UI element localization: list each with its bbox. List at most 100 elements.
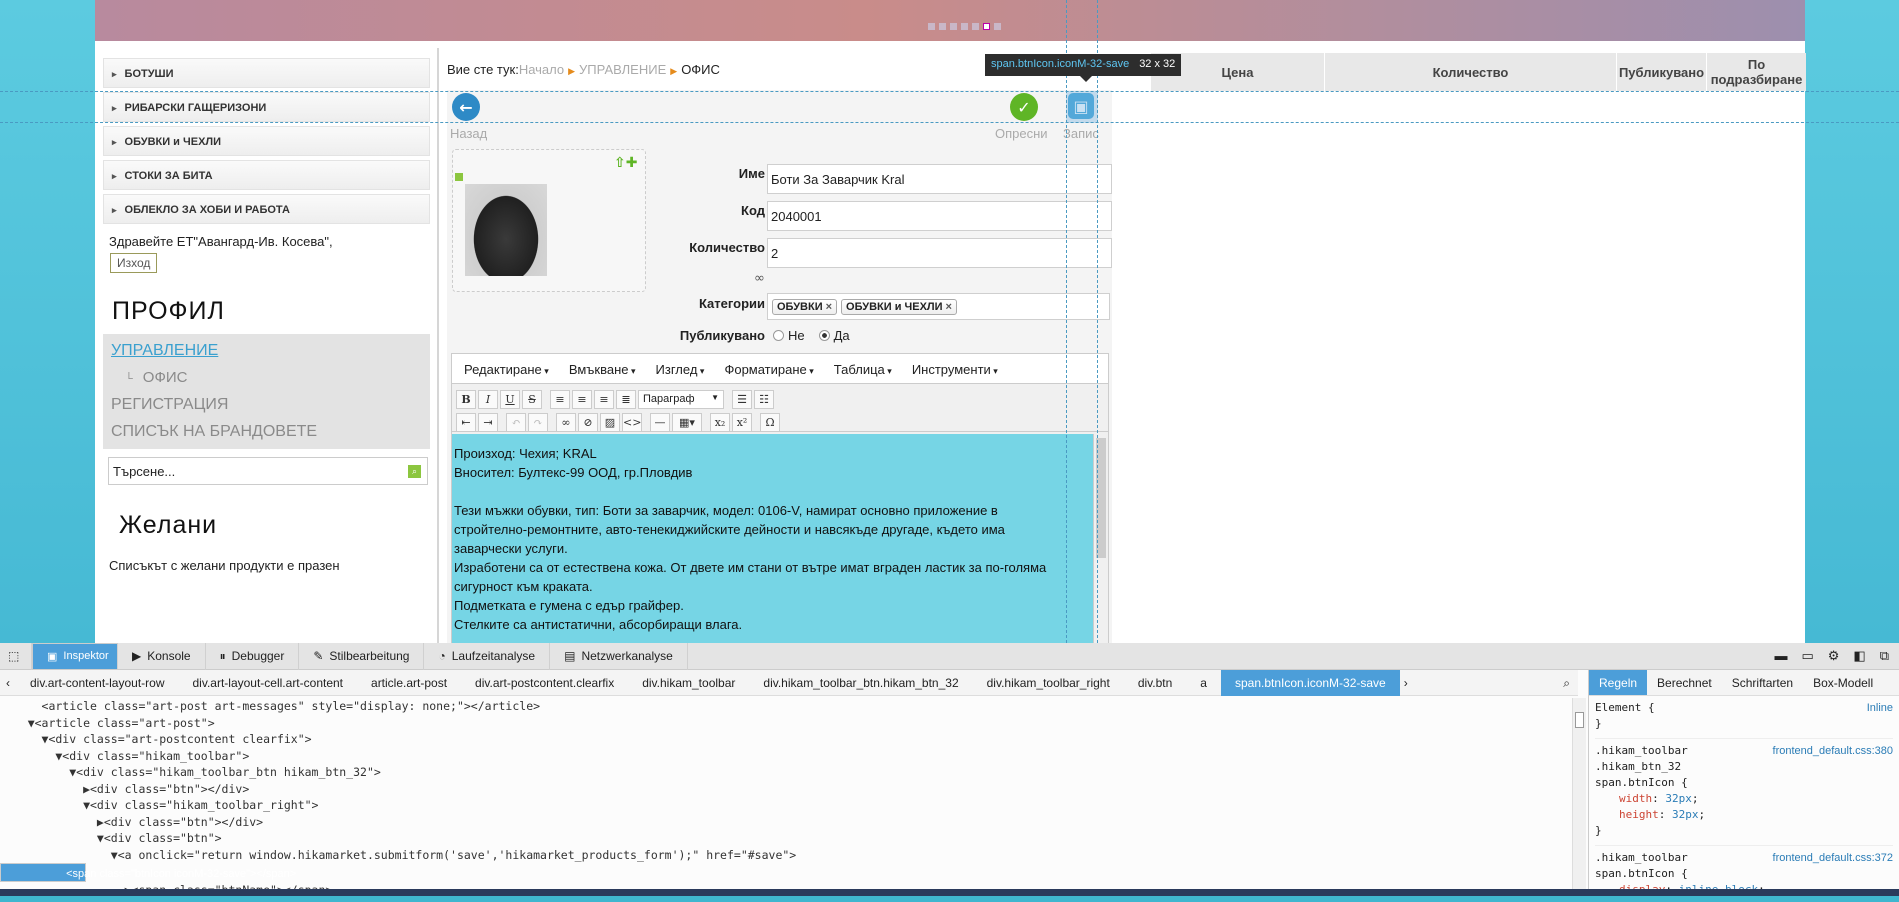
crumb-item[interactable]: div.hikam_toolbar — [628, 670, 749, 696]
tab-computed[interactable]: Berechnet — [1647, 670, 1722, 695]
scrollbar-thumb[interactable] — [1575, 712, 1584, 728]
image-select-icon[interactable] — [455, 173, 463, 181]
markup-line[interactable]: ▶<div class="btn"></div> — [0, 814, 1570, 831]
align-left-icon[interactable]: ≡ — [550, 390, 570, 409]
markup-line[interactable]: ▼<a onclick="return window.hikamarket.su… — [0, 847, 1570, 864]
slider-dot[interactable] — [939, 23, 946, 30]
tab-debugger[interactable]: ⏸ Debugger — [206, 642, 300, 670]
remove-tag-icon[interactable]: × — [946, 301, 952, 313]
menu-insert[interactable]: Вмъкване — [569, 362, 636, 377]
search-field[interactable]: Търсене... ⌕ — [108, 457, 428, 485]
css-declaration[interactable]: height: 32px; — [1595, 807, 1893, 823]
crumb-item[interactable]: div.hikam_toolbar_right — [973, 670, 1124, 696]
slider-dots[interactable] — [928, 23, 1001, 31]
menu-item-management[interactable]: УПРАВЛЕНИЕ — [111, 337, 430, 364]
split-console-icon[interactable]: ▭ — [1801, 648, 1813, 664]
code-icon[interactable]: <> — [622, 413, 642, 432]
crumb-item[interactable]: div.btn — [1124, 670, 1186, 696]
editor-content[interactable]: Произход: Чехия; KRAL Вносител: Бултекс-… — [452, 434, 1093, 644]
markup-line[interactable]: ▶<div class="btn"></div> — [0, 781, 1570, 798]
strikethrough-icon[interactable]: S — [522, 390, 542, 409]
paragraph-format-select[interactable]: Параграф ▼ — [638, 390, 724, 409]
logout-button[interactable]: Изход — [110, 253, 158, 273]
markup-line[interactable]: ▼<article class="art-post"> — [0, 715, 1570, 732]
outdent-icon[interactable]: ⇤ — [456, 413, 476, 432]
slider-dot-active[interactable] — [983, 23, 990, 30]
pick-element-icon[interactable]: ⬚ — [0, 642, 32, 670]
category-item[interactable]: БОТУШИ — [103, 58, 430, 88]
link-icon[interactable]: ∞ — [556, 413, 576, 432]
category-item[interactable]: ОБЛЕКЛО ЗА ХОБИ И РАБОТА — [103, 194, 430, 224]
save-button-label[interactable]: Запис — [1063, 126, 1099, 141]
tab-profiler[interactable]: ◔ Laufzeitanalyse — [424, 642, 551, 670]
search-icon[interactable]: ⌕ — [1555, 670, 1578, 696]
slider-dot[interactable] — [972, 23, 979, 30]
crumb-item[interactable]: div.hikam_toolbar_btn.hikam_btn_32 — [749, 670, 972, 696]
search-input[interactable]: Търсене... — [113, 464, 175, 479]
subscript-icon[interactable]: x₂ — [710, 413, 730, 432]
bullet-list-icon[interactable]: ☰ — [732, 390, 752, 409]
col-default[interactable]: По подразбиране — [1706, 53, 1806, 91]
crumb-item[interactable]: a — [1186, 670, 1221, 696]
menu-tools[interactable]: Инструменти — [912, 362, 998, 377]
rule-source[interactable]: Inline — [1867, 700, 1893, 716]
radio-yes[interactable] — [818, 330, 830, 341]
rule-source[interactable]: frontend_default.css:372 — [1773, 850, 1893, 866]
rule-selector[interactable]: Element { — [1595, 700, 1893, 716]
italic-icon[interactable]: I — [478, 390, 498, 409]
crumb-item[interactable]: div.art-content-layout-row — [16, 670, 179, 696]
markup-line[interactable]: ▼<div class="hikam_toolbar_right"> — [0, 797, 1570, 814]
categories-input[interactable]: ОБУВКИ × ОБУВКИ и ЧЕХЛИ × — [767, 293, 1110, 320]
radio-no[interactable] — [773, 330, 784, 341]
bold-icon[interactable]: B — [456, 390, 476, 409]
breadcrumb-home[interactable]: Начало — [519, 62, 564, 77]
unlimited-quantity-icon[interactable]: ∞ — [754, 271, 765, 286]
horizontal-rule-icon[interactable]: — — [650, 413, 670, 432]
category-item[interactable]: СТОКИ ЗА БИТА — [103, 160, 430, 190]
markup-view[interactable]: <article class="art-post art-messages" s… — [0, 698, 1570, 896]
markup-line[interactable]: ▼<div class="hikam_toolbar_btn hikam_btn… — [0, 764, 1570, 781]
slider-dot[interactable] — [994, 23, 1001, 30]
crumb-item[interactable]: div.art-layout-cell.art-content — [179, 670, 358, 696]
markup-line-selected[interactable]: <span class="btnIcon iconM-32-save"></sp… — [0, 863, 296, 882]
menu-item-brands[interactable]: СПИСЪК НА БРАНДОВЕТЕ — [111, 418, 430, 445]
numbered-list-icon[interactable]: ☷ — [754, 390, 774, 409]
category-item[interactable]: ОБУВКИ и ЧЕХЛИ — [103, 126, 430, 156]
remove-tag-icon[interactable]: × — [826, 301, 832, 313]
tab-rules[interactable]: Regeln — [1589, 670, 1648, 695]
align-right-icon[interactable]: ≡ — [594, 390, 614, 409]
category-tag[interactable]: ОБУВКИ и ЧЕХЛИ × — [841, 299, 957, 315]
tab-console[interactable]: ▶ Konsole — [118, 642, 206, 670]
rule-selector[interactable]: .hikam_toolbar span.btnIcon { — [1595, 850, 1745, 882]
radio-no-label[interactable]: Не — [788, 328, 805, 343]
settings-gear-icon[interactable]: ⚙ — [1828, 648, 1840, 664]
underline-icon[interactable]: U — [500, 390, 520, 409]
col-quantity[interactable]: Количество — [1324, 53, 1616, 91]
refresh-check-icon[interactable]: ✓ — [1010, 93, 1038, 121]
menu-item-office[interactable]: └ ОФИС — [111, 364, 430, 391]
redo-icon[interactable]: ↷ — [528, 413, 548, 432]
dock-side-icon[interactable]: ◧ — [1853, 648, 1865, 664]
refresh-button-label[interactable]: Опресни — [995, 126, 1048, 141]
radio-yes-label[interactable]: Да — [834, 328, 850, 343]
rule-source[interactable]: frontend_default.css:380 — [1773, 743, 1893, 759]
upload-add-icon[interactable]: ⇧✚ — [614, 155, 637, 171]
superscript-icon[interactable]: x² — [732, 413, 752, 432]
category-item[interactable]: РИБАРСКИ ГАЩЕРИЗОНИ — [103, 92, 430, 122]
category-tag[interactable]: ОБУВКИ × — [772, 299, 838, 315]
align-justify-icon[interactable]: ≣ — [616, 390, 636, 409]
table-icon[interactable]: ▦▾ — [672, 413, 702, 432]
markup-line[interactable]: ▼<div class="btn"> — [0, 830, 1570, 847]
crumb-back-icon[interactable]: ‹ — [0, 670, 16, 696]
align-center-icon[interactable]: ≡ — [572, 390, 592, 409]
unlink-icon[interactable]: ⊘ — [578, 413, 598, 432]
crumb-forward-icon[interactable]: › — [1400, 670, 1412, 696]
crumb-item[interactable]: div.art-postcontent.clearfix — [461, 670, 628, 696]
image-icon[interactable]: ▨ — [600, 413, 620, 432]
col-published[interactable]: Публикувано — [1616, 53, 1706, 91]
tab-style-editor[interactable]: ✎ Stilbearbeitung — [299, 642, 425, 670]
menu-table[interactable]: Таблица — [834, 362, 892, 377]
tab-fonts[interactable]: Schriftarten — [1722, 670, 1803, 695]
dock-bottom-icon[interactable]: ▬ — [1774, 648, 1787, 664]
markup-line[interactable]: <article class="art-post art-messages" s… — [0, 698, 1570, 715]
